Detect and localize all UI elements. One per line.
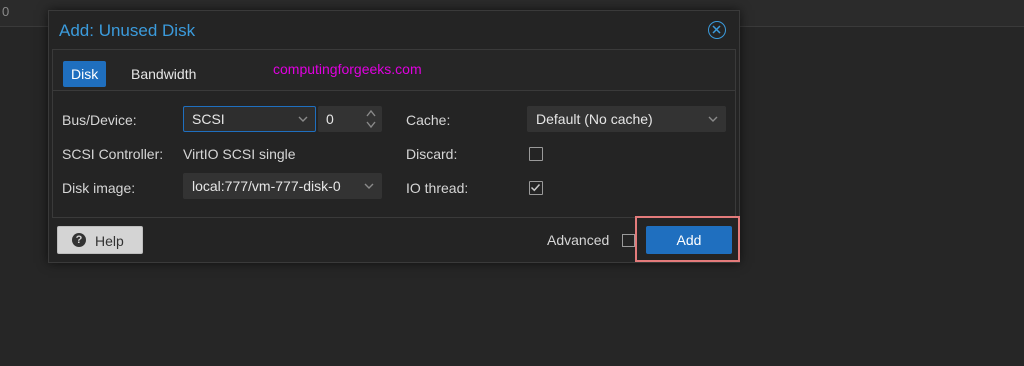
scsi-controller-label: SCSI Controller: (62, 146, 164, 162)
help-button-label: Help (95, 233, 124, 249)
checkmark-icon (530, 183, 541, 192)
bus-select[interactable]: SCSI (183, 106, 316, 132)
help-button[interactable]: ? Help (57, 226, 143, 254)
disk-panel: Bus/Device: SCSI 0 SCSI Controller: Virt… (52, 91, 736, 218)
io-thread-label: IO thread: (406, 180, 469, 196)
bus-device-label: Bus/Device: (62, 112, 137, 128)
disk-image-value: local:777/vm-777-disk-0 (192, 178, 341, 194)
io-thread-checkbox[interactable] (529, 181, 543, 195)
tab-bar: Disk Bandwidth computingforgeeks.com (52, 49, 736, 91)
spinner-arrows-icon[interactable] (366, 109, 376, 129)
dialog-title: Add: Unused Disk (59, 21, 196, 40)
add-button[interactable]: Add (646, 226, 732, 254)
chevron-down-icon (708, 116, 718, 122)
advanced-label: Advanced (547, 232, 610, 248)
cache-value: Default (No cache) (536, 111, 653, 127)
add-disk-dialog: Add: Unused Disk Disk Bandwidth computin… (48, 10, 740, 263)
scsi-controller-value: VirtIO SCSI single (183, 146, 296, 162)
background-text: 0 (2, 4, 10, 19)
watermark-text: computingforgeeks.com (273, 61, 422, 77)
dialog-footer: ? Help Advanced Add (49, 216, 740, 262)
bus-select-value: SCSI (192, 111, 225, 127)
cache-select[interactable]: Default (No cache) (527, 106, 726, 132)
discard-checkbox[interactable] (529, 147, 543, 161)
disk-image-label: Disk image: (62, 180, 136, 196)
cache-label: Cache: (406, 112, 451, 128)
help-icon: ? (72, 233, 86, 247)
advanced-checkbox[interactable] (622, 234, 635, 247)
chevron-down-icon (298, 116, 308, 122)
disk-image-select[interactable]: local:777/vm-777-disk-0 (183, 173, 382, 199)
tab-disk[interactable]: Disk (63, 61, 107, 87)
close-icon (712, 25, 721, 34)
close-button[interactable] (708, 21, 726, 39)
tab-bandwidth[interactable]: Bandwidth (123, 61, 204, 87)
chevron-down-icon (364, 183, 374, 189)
discard-label: Discard: (406, 146, 458, 162)
device-number-spinner[interactable]: 0 (318, 106, 382, 132)
device-number-value: 0 (326, 111, 334, 127)
